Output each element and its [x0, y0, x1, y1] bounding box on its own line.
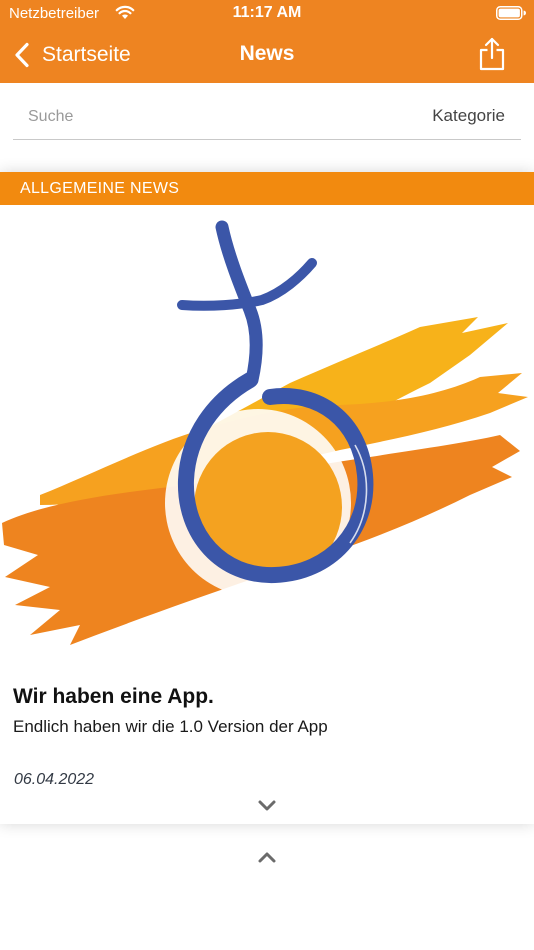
- status-bar: Netzbetreiber 11:17 AM: [0, 0, 534, 28]
- news-image: [2, 220, 528, 645]
- navigation-bar: Startseite News: [0, 28, 534, 83]
- search-input[interactable]: [13, 98, 353, 136]
- status-time: 11:17 AM: [232, 4, 302, 21]
- news-screen: Netzbetreiber 11:17 AM Startseite News S…: [0, 0, 534, 950]
- news-card[interactable]: ALLGEMEINE NEWS Wir haben eine App. Endl…: [0, 172, 534, 824]
- chevron-down-icon[interactable]: [257, 799, 277, 813]
- header: Netzbetreiber 11:17 AM Startseite News: [0, 0, 534, 83]
- category-banner: ALLGEMEINE NEWS: [0, 172, 534, 205]
- chevron-up-icon[interactable]: [257, 850, 277, 864]
- news-date: 06.04.2022: [14, 771, 95, 788]
- share-icon[interactable]: [478, 37, 506, 71]
- search-row: Kategorie: [13, 98, 521, 140]
- news-title: Wir haben eine App.: [13, 685, 214, 708]
- page-title: News: [239, 42, 295, 65]
- news-teaser: Endlich haben wir die 1.0 Version der Ap…: [13, 717, 328, 736]
- battery-icon: [496, 6, 526, 20]
- category-button[interactable]: Kategorie: [432, 106, 505, 126]
